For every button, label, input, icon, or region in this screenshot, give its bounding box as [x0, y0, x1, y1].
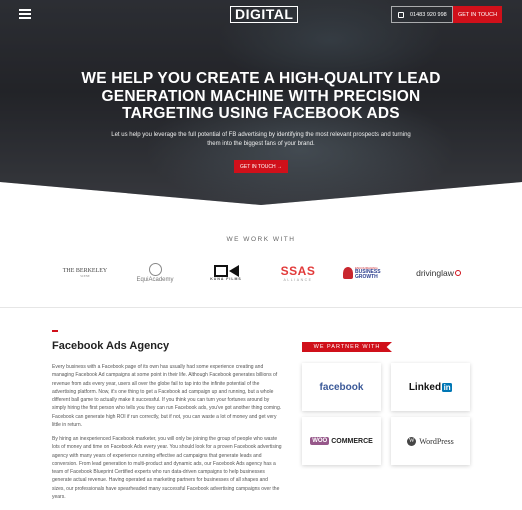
- wordpress-icon: W: [407, 436, 417, 446]
- client-logo-subtext: BUSINESS GROWTH: [355, 269, 381, 280]
- menu-icon[interactable]: [19, 9, 31, 19]
- phone-link[interactable]: 01483 920 998: [391, 6, 453, 23]
- partner-card-linkedin: Linked in: [391, 363, 470, 411]
- phone-icon: [398, 11, 404, 18]
- client-logo-kuna: KUNA FILMS: [205, 258, 247, 288]
- linkedin-text: Linked: [408, 381, 442, 393]
- client-logo-ssas: SSAS ALLIANCE: [273, 258, 323, 288]
- partner-heading: WE PARTNER WITH: [302, 342, 392, 352]
- client-logo-text: EquiAcademy: [136, 277, 174, 283]
- partner-card-woocommerce: WOO COMMERCE: [302, 417, 381, 465]
- equiacademy-icon: [148, 263, 162, 276]
- agency-heading: Facebook Ads Agency: [52, 340, 170, 352]
- wordpress-logo: W WordPress: [407, 436, 454, 446]
- hero-title: WE HELP YOU CREATE A HIGH-QUALITY LEAD G…: [81, 70, 441, 122]
- wordpress-text: WordPress: [419, 436, 454, 446]
- section-divider: [0, 307, 522, 308]
- client-logo-text: KUNA FILMS: [210, 277, 242, 281]
- woocommerce-text: COMMERCE: [331, 437, 373, 445]
- client-logo-equiacademy: EquiAcademy: [130, 258, 180, 288]
- heading-accent: [52, 330, 58, 332]
- partner-card-wordpress: W WordPress: [391, 417, 470, 465]
- client-logo-berkeley: THE BERKELEY SCENE: [55, 258, 115, 288]
- page: DIGITAL 01483 920 998 GET IN TOUCH WE HE…: [0, 0, 522, 510]
- agency-paragraph-2: By hiring an inexperienced Facebook mark…: [52, 436, 282, 501]
- work-with-heading: WE WORK WITH: [226, 236, 296, 243]
- client-logo-drivinglaw: drivinglaw: [410, 258, 467, 288]
- hero-subtitle: Let us help you leverage the full potent…: [111, 132, 411, 147]
- client-logo-subtext: SCENE: [80, 274, 90, 278]
- business-growth-icon: [343, 267, 353, 279]
- client-logo-subtext: ALLIANCE: [283, 278, 313, 282]
- client-logo-text: drivinglaw: [416, 268, 454, 278]
- client-logo-business-growth: ENCOURAGING BUSINESS GROWTH: [343, 258, 393, 288]
- site-logo[interactable]: DIGITAL: [230, 6, 299, 23]
- get-in-touch-hero-button[interactable]: GET IN TOUCH →: [234, 160, 288, 173]
- facebook-logo: facebook: [319, 381, 364, 393]
- linkedin-icon: in: [442, 382, 453, 392]
- drivinglaw-icon: [454, 270, 461, 276]
- kuna-icon: [213, 265, 239, 277]
- phone-number: 01483 920 998: [410, 11, 447, 18]
- woocommerce-logo: WOO COMMERCE: [310, 437, 373, 445]
- partner-card-facebook: facebook: [302, 363, 381, 411]
- agency-paragraph-1: Every business with a Facebook page of i…: [52, 364, 282, 429]
- client-logo-text: SSAS: [280, 264, 316, 278]
- get-in-touch-header-button[interactable]: GET IN TOUCH: [453, 6, 502, 23]
- client-logos: THE BERKELEY SCENE EquiAcademy KUNA FILM…: [55, 258, 467, 288]
- woo-icon: WOO: [310, 437, 330, 445]
- linkedin-logo: Linked in: [408, 381, 453, 393]
- business-growth-group: ENCOURAGING BUSINESS GROWTH: [343, 266, 383, 280]
- business-growth-text: ENCOURAGING BUSINESS GROWTH: [355, 266, 383, 280]
